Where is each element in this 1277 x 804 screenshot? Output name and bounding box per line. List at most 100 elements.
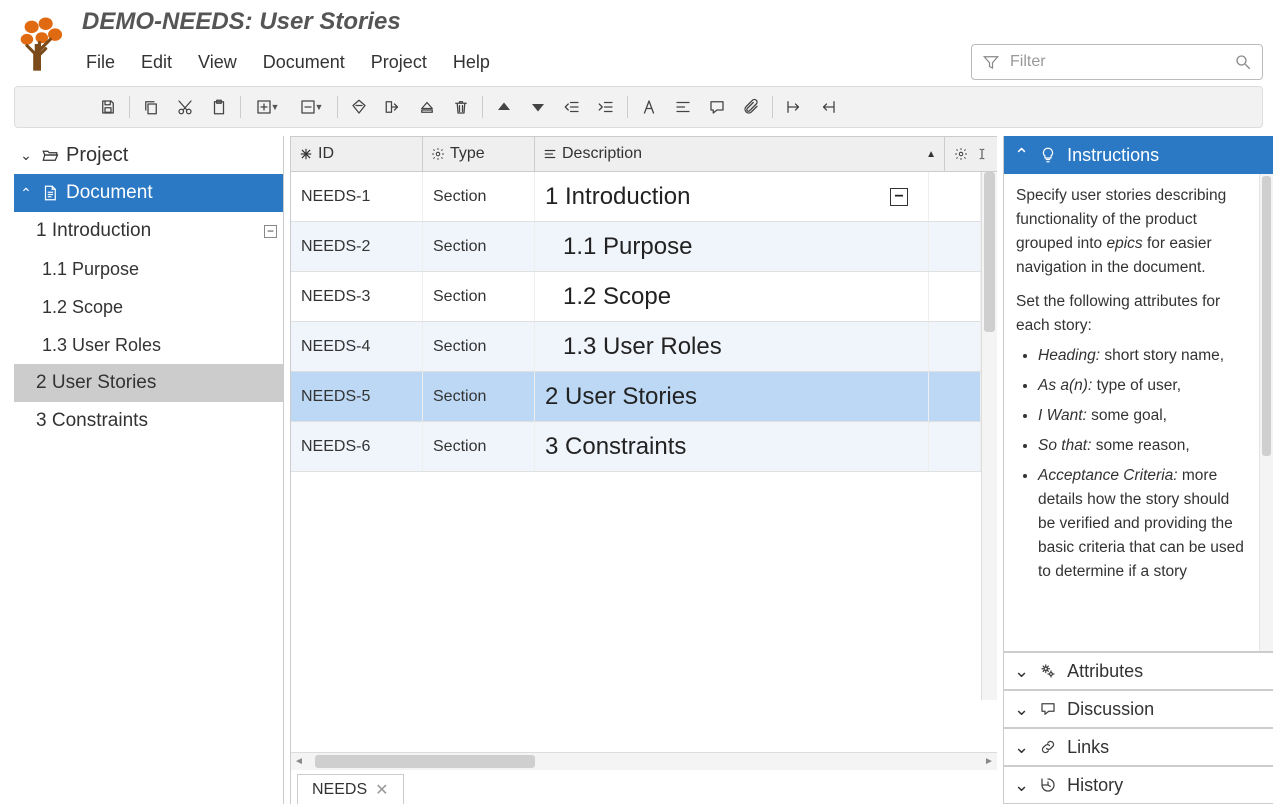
scroll-right-icon[interactable]: ►: [981, 756, 997, 767]
font-button[interactable]: [632, 90, 666, 124]
vertical-scrollbar[interactable]: [981, 172, 997, 700]
indent-icon: [597, 98, 615, 116]
collapse-icon[interactable]: −: [264, 225, 277, 238]
cell-id: NEEDS-2: [291, 222, 423, 271]
copy-button[interactable]: [134, 90, 168, 124]
sidebar-project[interactable]: ⌄ Project: [14, 136, 283, 174]
menu-project[interactable]: Project: [367, 48, 431, 77]
table-row[interactable]: NEEDS-3Section1.2 Scope: [291, 272, 981, 322]
eject-button[interactable]: [410, 90, 444, 124]
table-row[interactable]: NEEDS-2Section1.1 Purpose: [291, 222, 981, 272]
table-row[interactable]: NEEDS-6Section3 Constraints: [291, 422, 981, 472]
comment-button[interactable]: [700, 90, 734, 124]
cell-description: 1.2 Scope: [535, 272, 929, 321]
move-down-button[interactable]: [521, 90, 555, 124]
align-icon: [674, 98, 692, 116]
chat-icon: [1039, 700, 1057, 718]
vertical-scrollbar[interactable]: [1259, 174, 1273, 651]
align-button[interactable]: [666, 90, 700, 124]
history-icon: [1039, 776, 1057, 794]
folder-open-icon: [40, 146, 60, 164]
horizontal-scrollbar[interactable]: ◄ ►: [291, 752, 997, 770]
table-row[interactable]: NEEDS-1Section1 Introduction−: [291, 172, 981, 222]
sort-asc-icon[interactable]: ▲: [926, 149, 936, 160]
font-icon: [640, 98, 658, 116]
paste-button[interactable]: [202, 90, 236, 124]
section-attributes[interactable]: ⌄Attributes: [1004, 652, 1273, 690]
chevron-down-icon: ⌄: [1014, 699, 1029, 720]
properties-panel: ⌃ Instructions Specify user stories desc…: [1003, 136, 1273, 804]
section-discussion[interactable]: ⌄Discussion: [1004, 690, 1273, 728]
cell-description: 2 User Stories: [535, 372, 929, 421]
menu-view[interactable]: View: [194, 48, 241, 77]
menu-help[interactable]: Help: [449, 48, 494, 77]
sidebar-item-label: 1 Introduction: [36, 220, 151, 242]
section-links[interactable]: ⌄Links: [1004, 728, 1273, 766]
sidebar-item-label: 1.2 Scope: [42, 297, 123, 318]
attachment-button[interactable]: [734, 90, 768, 124]
menu-edit[interactable]: Edit: [137, 48, 176, 77]
document-grid: ID Type Description ▲: [290, 136, 997, 804]
cell-actions: [929, 222, 981, 271]
column-header-type[interactable]: Type: [423, 137, 535, 171]
column-header-description[interactable]: Description ▲: [535, 137, 945, 171]
expand-width-button[interactable]: [777, 90, 811, 124]
table-row[interactable]: NEEDS-5Section2 User Stories: [291, 372, 981, 422]
chevron-up-icon: ⌃: [1014, 145, 1029, 166]
cell-type: Section: [423, 372, 535, 421]
table-row[interactable]: NEEDS-4Section1.3 User Roles: [291, 322, 981, 372]
scroll-left-icon[interactable]: ◄: [291, 756, 307, 767]
app-logo: [14, 14, 68, 74]
section-history[interactable]: ⌄History: [1004, 766, 1273, 804]
column-header-id[interactable]: ID: [291, 137, 423, 171]
chevron-down-icon: ⌄: [1014, 661, 1029, 682]
indent-button[interactable]: [589, 90, 623, 124]
search-icon[interactable]: [1234, 53, 1252, 71]
chevron-down-icon: ⌄: [1014, 737, 1029, 758]
cell-description: 1.1 Purpose: [535, 222, 929, 271]
sidebar-item[interactable]: 1.1 Purpose: [14, 250, 283, 288]
sidebar-item[interactable]: 3 Constraints: [14, 402, 283, 440]
instructions-body: Specify user stories describing function…: [1004, 174, 1273, 652]
gears-icon: [1039, 662, 1057, 680]
outdent-button[interactable]: [555, 90, 589, 124]
close-icon[interactable]: ✕: [375, 780, 388, 800]
chevron-down-icon: ▼: [315, 102, 324, 112]
cut-button[interactable]: [168, 90, 202, 124]
cell-type: Section: [423, 222, 535, 271]
paste-icon: [210, 98, 228, 116]
collapse-width-button[interactable]: [811, 90, 845, 124]
grid-header: ID Type Description ▲: [291, 136, 997, 172]
move-up-button[interactable]: [487, 90, 521, 124]
sidebar-item[interactable]: 1.3 User Roles: [14, 326, 283, 364]
cell-actions: [929, 422, 981, 471]
sidebar-document[interactable]: ⌃ Document: [14, 174, 283, 212]
sidebar-item[interactable]: 1 Introduction −: [14, 212, 283, 250]
attachment-icon: [742, 98, 760, 116]
filter-input[interactable]: [1008, 52, 1226, 72]
section-instructions[interactable]: ⌃ Instructions: [1004, 136, 1273, 174]
cell-id: NEEDS-6: [291, 422, 423, 471]
merge-right-button[interactable]: [376, 90, 410, 124]
collapse-icon[interactable]: −: [890, 188, 908, 206]
delete-button[interactable]: [444, 90, 478, 124]
cell-actions: [929, 322, 981, 371]
add-button[interactable]: ▼: [245, 90, 289, 124]
menu-file[interactable]: File: [82, 48, 119, 77]
copy-icon: [142, 98, 160, 116]
save-button[interactable]: [91, 90, 125, 124]
menu-document[interactable]: Document: [259, 48, 349, 77]
tag-button[interactable]: [342, 90, 376, 124]
cell-description: 1.3 User Roles: [535, 322, 929, 371]
gear-icon: [431, 147, 445, 161]
sidebar-item[interactable]: 2 User Stories: [14, 364, 283, 402]
link-icon: [1039, 738, 1057, 756]
column-header-actions[interactable]: [945, 137, 997, 171]
filter-box[interactable]: [971, 44, 1263, 80]
remove-button[interactable]: ▼: [289, 90, 333, 124]
document-tab[interactable]: NEEDS ✕: [297, 774, 404, 804]
sidebar-item[interactable]: 1.2 Scope: [14, 288, 283, 326]
sidebar-item-label: 1.3 User Roles: [42, 335, 161, 356]
cell-type: Section: [423, 172, 535, 221]
document-icon: [40, 184, 60, 202]
